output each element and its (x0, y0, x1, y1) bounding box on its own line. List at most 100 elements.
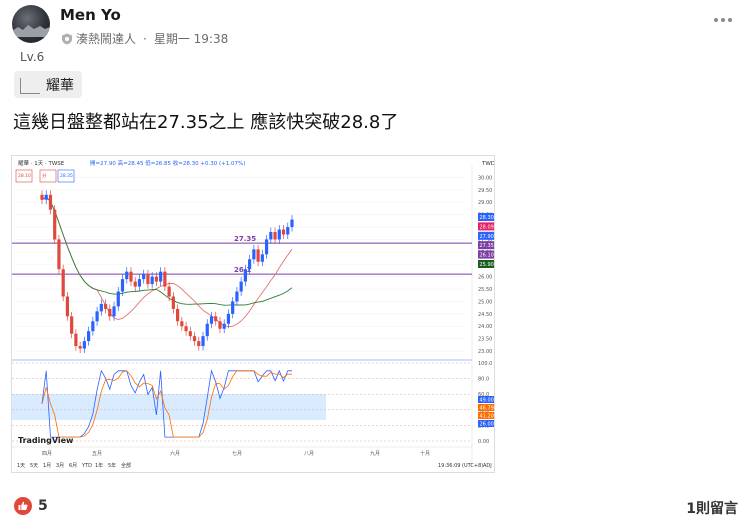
mountain-icon (12, 25, 50, 37)
chart-flag-label: 28.10 (18, 173, 31, 179)
price-tick-label: 23.00 (478, 349, 492, 355)
candle-body (108, 308, 112, 317)
candle-body (269, 232, 273, 240)
candle-body (159, 271, 163, 282)
price-marker-label: 25.90 (480, 262, 494, 268)
time-axis-label: 七月 (232, 450, 242, 457)
candle-body (142, 274, 146, 280)
price-tick-label: 25.50 (478, 287, 492, 293)
stock-tag-label: 耀華 (46, 77, 74, 94)
avatar[interactable] (12, 5, 50, 43)
candle-body (201, 336, 205, 347)
candle-body (167, 286, 171, 297)
price-tick-label: 26.00 (478, 275, 492, 281)
candle-body (112, 306, 116, 317)
candle-body (214, 316, 218, 322)
chart-flag-label: 分 (42, 172, 47, 179)
candle-body (163, 271, 167, 287)
stock-tag[interactable]: 耀華 (14, 71, 82, 98)
comment-count-link[interactable]: 1則留言 (686, 498, 738, 518)
price-tick-label: 24.50 (478, 312, 492, 318)
candle-body (286, 227, 290, 235)
timeframe-button: 1天 (17, 463, 25, 469)
meta-separator: · (143, 31, 147, 46)
price-marker-label: 27.90 (480, 234, 494, 240)
candle-body (184, 326, 188, 332)
candle-body (192, 336, 197, 342)
candle-body (48, 194, 53, 210)
candle-body (180, 321, 184, 327)
candle-body (226, 313, 231, 324)
ohlc-header: 開=27.90 高=28.45 低=26.85 收=28.30 +0.30 (+… (90, 159, 245, 167)
oscillator-marker-label: 46.79 (480, 406, 494, 412)
oscillator-marker-label: 26.00 (480, 422, 494, 428)
timeframe-button: YTD (81, 463, 92, 469)
candle-body (78, 346, 82, 349)
timeframe-button: 1年 (95, 462, 103, 469)
oscillator-marker-label: 41.20 (480, 414, 494, 420)
candle-body (277, 229, 281, 240)
candle-body (197, 341, 201, 347)
time-axis-label: 八月 (304, 451, 314, 457)
adj-toggle: ADJ (483, 463, 492, 469)
candle-body (154, 276, 159, 282)
candle-body (95, 311, 99, 322)
candle-body (150, 276, 154, 285)
candle-body (222, 323, 226, 329)
price-tick-label: 29.00 (478, 200, 492, 206)
price-axis-unit: TWD (481, 161, 495, 167)
candle-body (260, 254, 264, 262)
stock-chart-image[interactable]: 耀華 · 1天 · TWSE 開=27.90 高=28.45 低=26.85 收=… (11, 155, 495, 473)
author-name[interactable]: Men Yo (60, 6, 121, 24)
candle-body (248, 259, 252, 270)
candle-body (129, 271, 133, 282)
oscillator-tick-label: 80.0 (478, 377, 489, 383)
candle-body (103, 303, 108, 309)
chart-flag-label: 28.35 (60, 173, 73, 179)
user-level: Lv.6 (20, 50, 45, 64)
support-line-label: 27.35 (234, 235, 256, 243)
candlestick-chart: 耀華 · 1天 · TWSE 開=27.90 高=28.45 低=26.85 收=… (12, 156, 495, 472)
candle-body (175, 308, 180, 322)
chart-clock: 19:36:09 (UTC+8) (438, 463, 483, 469)
like-count: 5 (38, 498, 48, 514)
timeframe-button: 1月 (43, 463, 51, 469)
candle-body (218, 321, 222, 329)
chart-title: 耀華 · 1天 · TWSE (18, 159, 65, 167)
candle-body (146, 274, 150, 285)
candle-body (256, 249, 260, 262)
time-axis-label: 六月 (170, 450, 180, 457)
candle-body (65, 296, 70, 317)
candle-body (87, 331, 91, 342)
price-marker-label: 28.09 (480, 224, 494, 230)
dot-icon (714, 18, 718, 22)
candle-body (235, 291, 239, 302)
timeframe-button: 全部 (121, 462, 131, 469)
candle-body (74, 333, 78, 347)
time-axis-label: 十月 (420, 450, 430, 457)
candle-body (61, 269, 65, 297)
candle-body (53, 209, 57, 240)
time-axis-label: 四月 (42, 451, 52, 457)
candle-body (281, 229, 286, 235)
like-button[interactable]: 5 (14, 497, 48, 515)
price-marker-label: 27.35 (480, 243, 494, 249)
candle-body (40, 194, 44, 200)
candle-body (116, 291, 120, 307)
more-options-button[interactable] (714, 18, 732, 22)
candle-body (99, 303, 103, 312)
candle-body (82, 341, 86, 349)
timeframe-button: 6月 (69, 463, 77, 469)
badge-icon (62, 33, 72, 44)
candle-body (91, 321, 95, 332)
candle-body (290, 219, 294, 228)
price-marker-label: 28.30 (480, 215, 494, 221)
post-meta: 湊熱鬧達人 · 星期一 19:38 (61, 30, 228, 47)
candle-body (137, 279, 142, 287)
price-tick-label: 25.00 (478, 299, 492, 305)
candle-body (252, 249, 256, 260)
candle-body (231, 301, 235, 314)
price-tick-label: 24.00 (478, 324, 492, 330)
price-tick-label: 23.50 (478, 337, 492, 343)
dot-icon (728, 18, 732, 22)
